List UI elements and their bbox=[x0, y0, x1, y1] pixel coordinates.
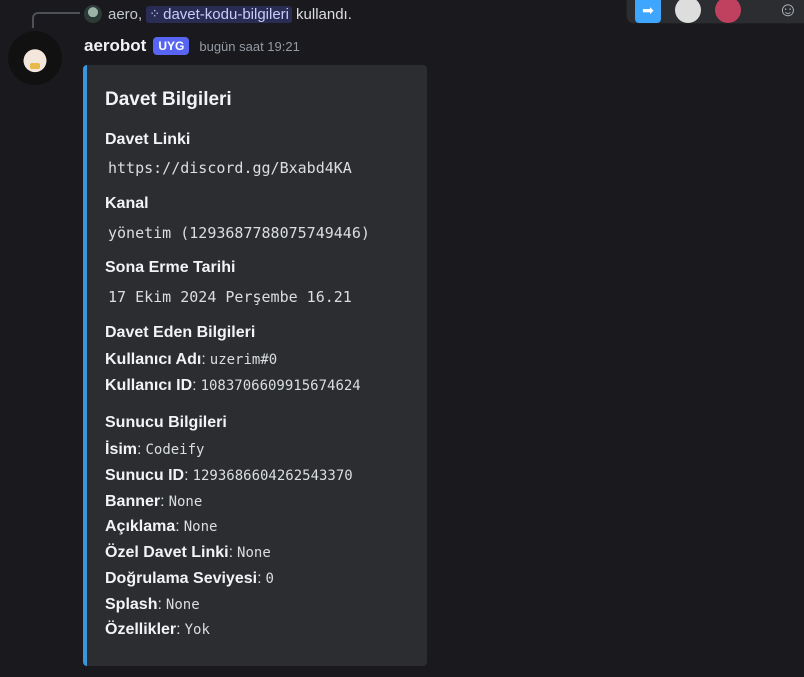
row-value: 0 bbox=[265, 571, 274, 587]
row-value: uzerim#0 bbox=[209, 352, 278, 368]
server-row-verification: Doğrulama Seviyesi: 0 bbox=[105, 570, 274, 587]
quick-reaction-2-icon[interactable] bbox=[715, 0, 741, 23]
server-row-features: Özellikler: Yok bbox=[105, 621, 210, 638]
message-toolbar: ➡ ☺ bbox=[626, 0, 804, 24]
slash-command-icon: ⁘ bbox=[149, 6, 161, 21]
row-value: 1083706609915674624 bbox=[200, 378, 361, 394]
field-value-channel: yönetim (1293687788075749446) bbox=[108, 224, 370, 242]
reply-username[interactable]: aero, bbox=[108, 6, 142, 23]
row-value: None bbox=[183, 519, 218, 535]
row-key: Özel Davet Linki bbox=[105, 544, 229, 561]
reply-context[interactable]: aero, ⁘ davet-kodu-bilgileri kullandı. bbox=[84, 2, 352, 26]
field-name-expiry: Sona Erme Tarihi bbox=[105, 259, 236, 276]
server-row-vanity-link: Özel Davet Linki: None bbox=[105, 544, 271, 561]
reply-suffix: kullandı. bbox=[296, 5, 352, 23]
row-key: Açıklama bbox=[105, 518, 176, 535]
message-timestamp[interactable]: bugün saat 19:21 bbox=[199, 39, 299, 54]
embed-title: Davet Bilgileri bbox=[105, 89, 232, 110]
server-row-splash: Splash: None bbox=[105, 596, 200, 613]
server-row-id: Sunucu ID: 1293686604262543370 bbox=[105, 467, 353, 484]
author-name[interactable]: aerobot bbox=[84, 36, 146, 56]
reply-avatar[interactable] bbox=[84, 5, 102, 23]
reply-spine bbox=[32, 12, 80, 28]
field-name-channel: Kanal bbox=[105, 195, 149, 212]
forward-icon[interactable]: ➡ bbox=[635, 0, 661, 23]
row-value: None bbox=[168, 494, 203, 510]
row-key: Splash bbox=[105, 596, 158, 613]
row-key: İsim bbox=[105, 441, 138, 458]
server-heading: Sunucu Bilgileri bbox=[105, 414, 227, 431]
add-reaction-icon[interactable]: ☺ bbox=[775, 0, 801, 23]
inviter-row-id: Kullanıcı ID: 1083706609915674624 bbox=[105, 377, 361, 394]
field-value-invite-link: https://discord.gg/Bxabd4KA bbox=[108, 159, 352, 177]
inviter-heading: Davet Eden Bilgileri bbox=[105, 324, 256, 341]
row-key: Doğrulama Seviyesi bbox=[105, 570, 258, 587]
row-key: Sunucu ID bbox=[105, 467, 185, 484]
server-row-banner: Banner: None bbox=[105, 493, 203, 510]
command-mention[interactable]: ⁘ davet-kodu-bilgileri bbox=[146, 5, 293, 23]
row-value: Codeify bbox=[145, 442, 205, 458]
server-row-name: İsim: Codeify bbox=[105, 441, 205, 458]
field-value-expiry: 17 Ekim 2024 Perşembe 16.21 bbox=[108, 288, 352, 306]
quick-reaction-1-icon[interactable] bbox=[675, 0, 701, 23]
server-row-description: Açıklama: None bbox=[105, 518, 218, 535]
command-name: davet-kodu-bilgileri bbox=[163, 5, 290, 23]
message-header: aerobot UYG bugün saat 19:21 bbox=[84, 36, 300, 56]
row-key: Kullanıcı Adı bbox=[105, 351, 202, 368]
row-value: Yok bbox=[184, 622, 210, 638]
embed-card: Davet Bilgileri Davet Linki https://disc… bbox=[83, 65, 427, 666]
field-name-invite-link: Davet Linki bbox=[105, 131, 191, 148]
row-key: Kullanıcı ID bbox=[105, 377, 193, 394]
author-avatar[interactable] bbox=[8, 31, 62, 85]
row-key: Özellikler bbox=[105, 621, 177, 638]
app-tag-badge: UYG bbox=[153, 37, 190, 55]
inviter-row-username: Kullanıcı Adı: uzerim#0 bbox=[105, 351, 278, 368]
row-value: None bbox=[165, 597, 200, 613]
row-value: None bbox=[237, 545, 271, 561]
row-key: Banner bbox=[105, 493, 161, 510]
row-value: 1293686604262543370 bbox=[192, 468, 353, 484]
